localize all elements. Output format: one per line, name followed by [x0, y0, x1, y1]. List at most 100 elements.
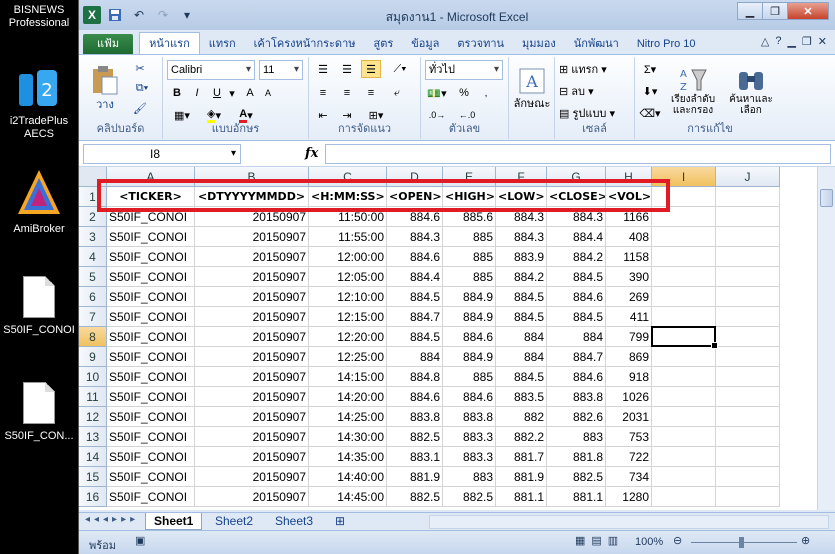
- bold-button[interactable]: B: [169, 84, 185, 102]
- cell-G7[interactable]: 884.5: [547, 307, 606, 327]
- cell-B16[interactable]: 20150907: [195, 487, 309, 507]
- delete-cells-button[interactable]: ⊟ ลบ ▾: [559, 82, 629, 100]
- cell-D11[interactable]: 884.6: [387, 387, 443, 407]
- cell-C8[interactable]: 12:20:00: [309, 327, 387, 347]
- cell-I10[interactable]: [652, 367, 716, 387]
- cell-J4[interactable]: [716, 247, 780, 267]
- cell-E12[interactable]: 883.8: [443, 407, 496, 427]
- row-header-12[interactable]: 12: [79, 407, 107, 427]
- align-center-icon[interactable]: ≡: [337, 84, 357, 102]
- cell-J14[interactable]: [716, 447, 780, 467]
- cell-B10[interactable]: 20150907: [195, 367, 309, 387]
- cell-H8[interactable]: 799: [606, 327, 652, 347]
- cell-D15[interactable]: 881.9: [387, 467, 443, 487]
- cell-I16[interactable]: [652, 487, 716, 507]
- close-icon[interactable]: ✕: [787, 2, 829, 20]
- orientation-icon[interactable]: ⟋▾: [387, 60, 413, 78]
- cell-H6[interactable]: 269: [606, 287, 652, 307]
- fill-icon[interactable]: ⬇▾: [639, 82, 661, 100]
- cell-G12[interactable]: 882.6: [547, 407, 606, 427]
- font-shrink-icon[interactable]: A: [261, 84, 275, 102]
- comma-style-icon[interactable]: ,: [477, 84, 495, 102]
- cell-J5[interactable]: [716, 267, 780, 287]
- cell-E9[interactable]: 884.9: [443, 347, 496, 367]
- cell-G3[interactable]: 884.4: [547, 227, 606, 247]
- cell-G10[interactable]: 884.6: [547, 367, 606, 387]
- cell-D12[interactable]: 883.8: [387, 407, 443, 427]
- accounting-format-icon[interactable]: 💵▾: [425, 84, 449, 102]
- cell-B11[interactable]: 20150907: [195, 387, 309, 407]
- align-left-icon[interactable]: ≡: [313, 84, 333, 102]
- cell-H16[interactable]: 1280: [606, 487, 652, 507]
- ribbon-minimize-icon[interactable]: △: [761, 35, 769, 48]
- cell-B6[interactable]: 20150907: [195, 287, 309, 307]
- tab-data[interactable]: ข้อมูล: [402, 34, 448, 54]
- cell-A8[interactable]: S50IF_CONOI: [107, 327, 195, 347]
- cell-C15[interactable]: 14:40:00: [309, 467, 387, 487]
- cell-C10[interactable]: 14:15:00: [309, 367, 387, 387]
- cell-F14[interactable]: 881.7: [496, 447, 547, 467]
- underline-button[interactable]: U: [209, 84, 225, 102]
- number-format-combo[interactable]: ทั่วไป: [425, 60, 503, 80]
- sheet-tab-1[interactable]: Sheet1: [145, 513, 203, 530]
- row-header-5[interactable]: 5: [79, 267, 107, 287]
- cell-F10[interactable]: 884.5: [496, 367, 547, 387]
- desktop-icon-i2tradeplus[interactable]: 2 i2TradePlus AECS: [0, 68, 78, 141]
- cell-C9[interactable]: 12:25:00: [309, 347, 387, 367]
- tab-insert[interactable]: แทรก: [200, 34, 245, 54]
- cell-E7[interactable]: 884.9: [443, 307, 496, 327]
- cell-D3[interactable]: 884.3: [387, 227, 443, 247]
- cell-E14[interactable]: 883.3: [443, 447, 496, 467]
- cell-F13[interactable]: 882.2: [496, 427, 547, 447]
- cell-B15[interactable]: 20150907: [195, 467, 309, 487]
- row-header-8[interactable]: 8: [79, 327, 107, 347]
- cell-J9[interactable]: [716, 347, 780, 367]
- cell-A6[interactable]: S50IF_CONOI: [107, 287, 195, 307]
- workbook-minimize-icon[interactable]: ▁: [787, 35, 795, 48]
- cell-E13[interactable]: 883.3: [443, 427, 496, 447]
- cell-J2[interactable]: [716, 207, 780, 227]
- cell-F16[interactable]: 881.1: [496, 487, 547, 507]
- desktop-icon-amibroker[interactable]: AmiBroker: [0, 168, 78, 236]
- sheet-tab-2[interactable]: Sheet2: [207, 513, 261, 530]
- cell-F9[interactable]: 884: [496, 347, 547, 367]
- cell-A11[interactable]: S50IF_CONOI: [107, 387, 195, 407]
- cell-J6[interactable]: [716, 287, 780, 307]
- cell-F12[interactable]: 882: [496, 407, 547, 427]
- align-top-icon[interactable]: ☰: [313, 60, 333, 78]
- tab-view[interactable]: มุมมอง: [513, 34, 565, 54]
- cell-C16[interactable]: 14:45:00: [309, 487, 387, 507]
- desktop-icon-bisnews[interactable]: BISNEWS Professional: [0, 4, 78, 30]
- tab-review[interactable]: ตรวจทาน: [448, 34, 513, 54]
- cell-H14[interactable]: 722: [606, 447, 652, 467]
- cell-J15[interactable]: [716, 467, 780, 487]
- cell-F8[interactable]: 884: [496, 327, 547, 347]
- cell-E6[interactable]: 884.9: [443, 287, 496, 307]
- cell-G13[interactable]: 883: [547, 427, 606, 447]
- minimize-icon[interactable]: ▁: [737, 2, 763, 20]
- align-bottom-icon[interactable]: ☰: [361, 60, 381, 78]
- cell-J12[interactable]: [716, 407, 780, 427]
- cell-A12[interactable]: S50IF_CONOI: [107, 407, 195, 427]
- macro-record-icon[interactable]: ▣: [135, 534, 145, 547]
- cell-I15[interactable]: [652, 467, 716, 487]
- zoom-level[interactable]: 100%: [635, 536, 663, 548]
- cell-D4[interactable]: 884.6: [387, 247, 443, 267]
- row-header-6[interactable]: 6: [79, 287, 107, 307]
- cell-G15[interactable]: 882.5: [547, 467, 606, 487]
- tab-nitro[interactable]: Nitro Pro 10: [628, 34, 705, 54]
- font-size-combo[interactable]: 11: [259, 60, 303, 80]
- cell-F3[interactable]: 884.3: [496, 227, 547, 247]
- font-grow-icon[interactable]: A: [243, 84, 257, 102]
- cell-A3[interactable]: S50IF_CONOI: [107, 227, 195, 247]
- new-sheet-icon[interactable]: ⊞: [327, 513, 353, 530]
- cell-E16[interactable]: 882.5: [443, 487, 496, 507]
- cell-H7[interactable]: 411: [606, 307, 652, 327]
- cell-B7[interactable]: 20150907: [195, 307, 309, 327]
- styles-button[interactable]: A ลักษณะ: [513, 61, 551, 119]
- cell-H4[interactable]: 1158: [606, 247, 652, 267]
- fx-icon[interactable]: fx: [305, 146, 318, 161]
- cell-B12[interactable]: 20150907: [195, 407, 309, 427]
- cell-D13[interactable]: 882.5: [387, 427, 443, 447]
- row-header-9[interactable]: 9: [79, 347, 107, 367]
